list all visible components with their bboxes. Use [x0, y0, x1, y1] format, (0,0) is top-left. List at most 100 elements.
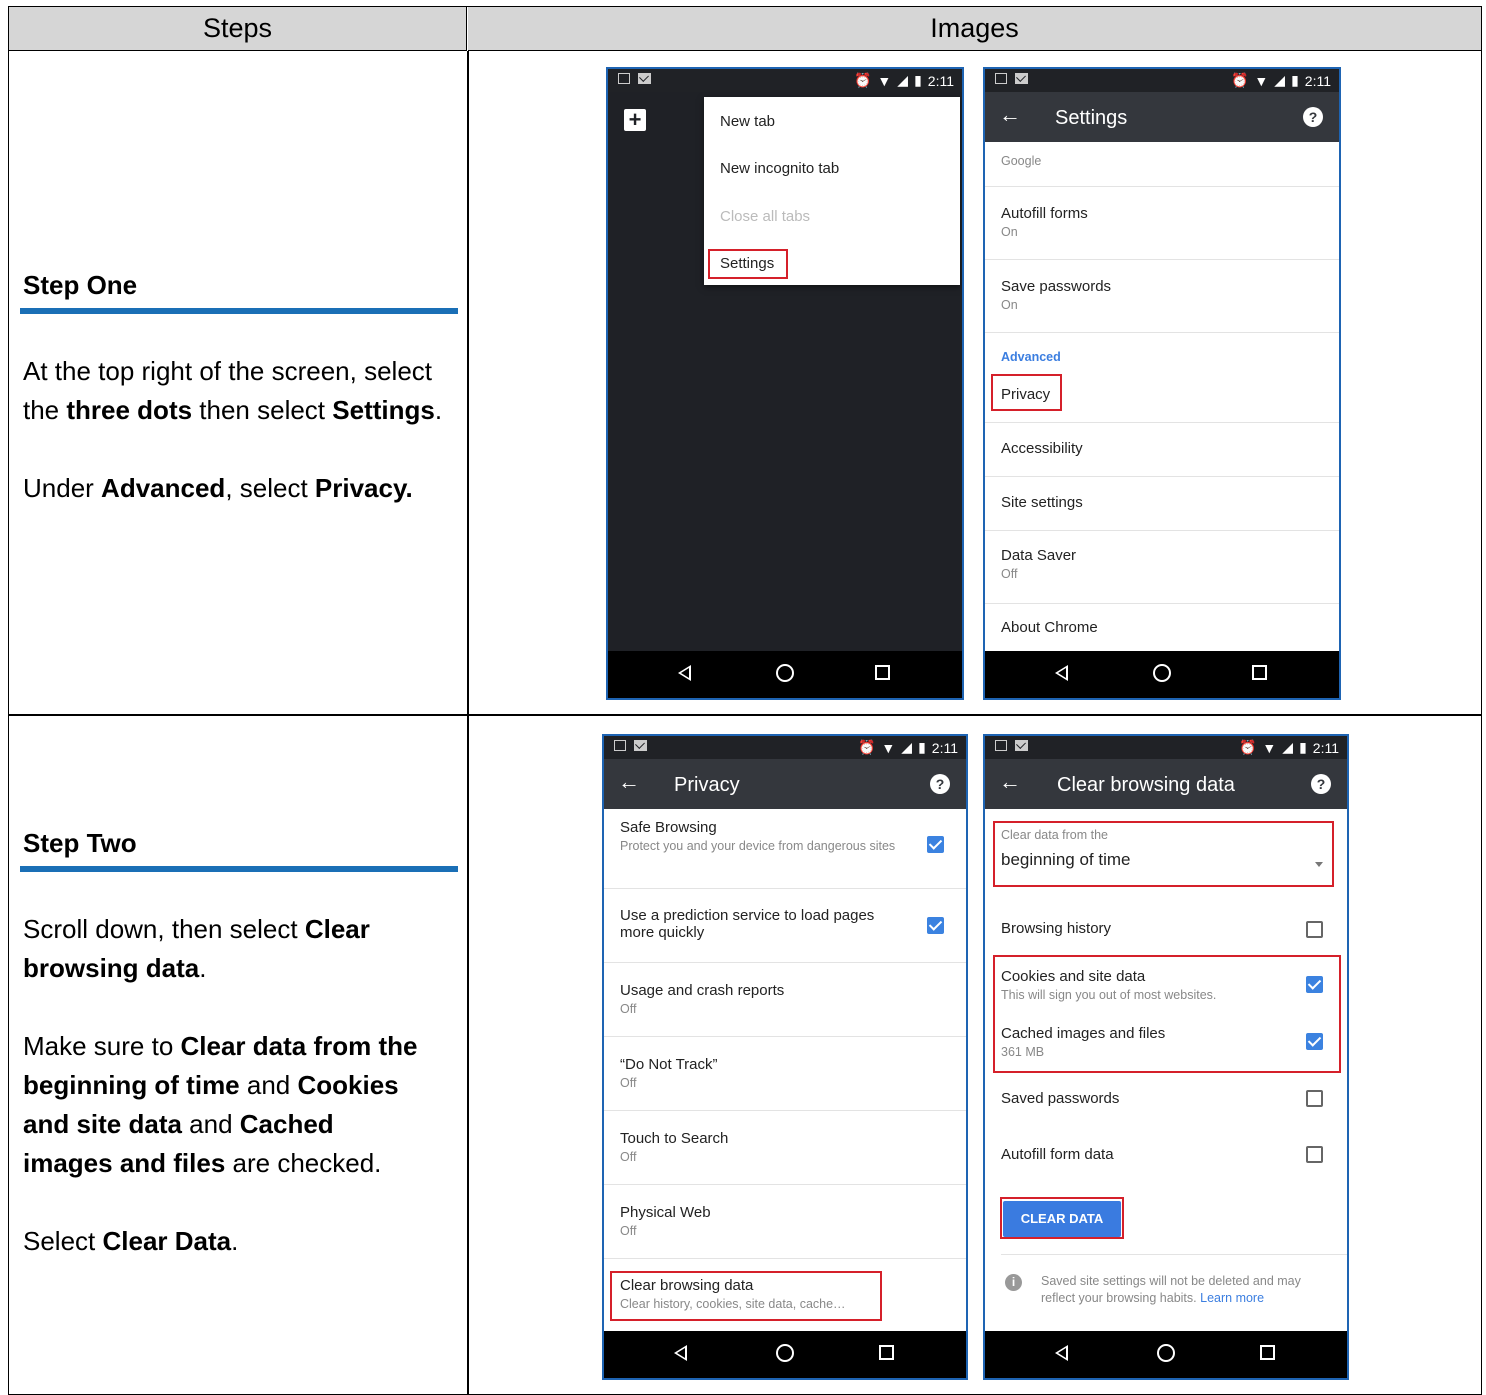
back-arrow-icon[interactable]: ← [999, 102, 1021, 128]
page-title: Settings [1055, 107, 1128, 129]
prediction-checkbox[interactable] [927, 917, 944, 934]
status-time: 2:11 [927, 72, 954, 89]
privacy-row-usage[interactable]: Usage and crash reports Off [604, 963, 966, 1037]
status-time: 2:11 [1304, 72, 1331, 89]
privacy-row-touch-to-search[interactable]: Touch to Search Off [604, 1111, 966, 1185]
settings-row-search-engine[interactable]: Google [985, 142, 1339, 187]
step-one-cell: Step One At the top right of the screen,… [20, 270, 459, 508]
help-icon[interactable]: ? [1303, 107, 1323, 127]
safe-browsing-checkbox[interactable] [927, 836, 944, 853]
info-icon: i [1005, 1274, 1022, 1291]
phone-clear-data-screenshot: ⏰ ▼ ◢ ▮ 2:11 ← Clear browsing data ? Clear d… [983, 734, 1349, 1380]
nav-recents-icon[interactable] [879, 1345, 894, 1360]
menu-item-new-incognito-tab[interactable]: New incognito tab [720, 160, 839, 177]
option-saved-passwords[interactable]: Saved passwords [985, 1078, 1347, 1122]
wifi-icon: ▼ [881, 739, 896, 756]
help-icon[interactable]: ? [1311, 774, 1331, 794]
wifi-icon: ▼ [1262, 739, 1277, 756]
nav-recents-icon[interactable] [1252, 665, 1267, 680]
nav-back-icon[interactable] [674, 1345, 687, 1361]
highlight-clear-data-button [1000, 1197, 1124, 1239]
row-title: Autofill form data [1001, 1146, 1114, 1163]
section-header-advanced: Advanced [1001, 350, 1061, 364]
row-title: Accessibility [1001, 440, 1083, 457]
gmail-notification-icon [634, 740, 647, 751]
privacy-row-physical-web[interactable]: Physical Web Off [604, 1185, 966, 1259]
row-subtitle: Off [620, 1076, 637, 1090]
divider [1001, 1254, 1347, 1255]
row-subtitle: Off [1001, 567, 1018, 581]
header-steps: Steps [9, 7, 467, 51]
alarm-icon: ⏰ [857, 739, 876, 755]
battery-icon: ▮ [1291, 72, 1299, 88]
status-bar: ⏰ ▼ ◢ ▮ 2:11 [985, 69, 1339, 92]
android-nav-bar [985, 651, 1339, 698]
nav-home-icon[interactable] [1153, 664, 1171, 682]
row-divider [9, 714, 1481, 716]
settings-app-bar: ← Settings ? [985, 92, 1339, 142]
back-arrow-icon[interactable]: ← [618, 769, 640, 795]
privacy-row-do-not-track[interactable]: “Do Not Track” Off [604, 1037, 966, 1111]
alarm-icon: ⏰ [853, 72, 872, 88]
menu-item-close-all-tabs: Close all tabs [720, 208, 811, 225]
row-title: Use a prediction service to load pages m… [620, 907, 875, 941]
gmail-notification-icon [1015, 73, 1028, 84]
nav-back-icon[interactable] [678, 665, 691, 681]
battery-icon: ▮ [914, 72, 922, 88]
row-subtitle: Off [620, 1002, 637, 1016]
row-title: Safe Browsing [620, 819, 717, 836]
row-subtitle: On [1001, 225, 1018, 239]
menu-item-new-tab[interactable]: New tab [720, 113, 775, 130]
settings-row-data-saver[interactable]: Data Saver Off [985, 531, 1339, 604]
image-notification-icon [614, 740, 626, 751]
option-autofill-data[interactable]: Autofill form data [985, 1134, 1347, 1178]
signal-icon: ◢ [1282, 739, 1294, 755]
settings-row-about[interactable]: About Chrome [985, 604, 1339, 654]
nav-home-icon[interactable] [776, 664, 794, 682]
row-title: “Do Not Track” [620, 1056, 718, 1073]
help-icon[interactable]: ? [930, 774, 950, 794]
row-subtitle: Off [620, 1150, 637, 1164]
nav-recents-icon[interactable] [875, 665, 890, 680]
clear-data-app-bar: ← Clear browsing data ? [985, 759, 1347, 809]
overflow-menu: New tab New incognito tab Close all tabs… [704, 97, 960, 285]
phone-menu-screenshot: ⏰ ▼ ◢ ▮ 2:11 + New tab New incognito tab Clo… [606, 67, 964, 700]
phone-privacy-screenshot: ⏰ ▼ ◢ ▮ 2:11 ← Privacy ? Safe Browsing Prote… [602, 734, 968, 1380]
row-title: Data Saver [1001, 547, 1077, 564]
privacy-row-safe-browsing[interactable]: Safe Browsing Protect you and your devic… [604, 809, 966, 889]
row-subtitle: On [1001, 298, 1018, 312]
search-engine-value: Google [1001, 154, 1042, 168]
highlight-time-range [993, 821, 1334, 887]
step-one-paragraph-1: At the top right of the screen, select t… [23, 356, 443, 425]
image-notification-icon [618, 73, 630, 84]
nav-back-icon[interactable] [1055, 665, 1068, 681]
option-browsing-history[interactable]: Browsing history [985, 908, 1347, 952]
saved-passwords-checkbox[interactable] [1306, 1090, 1323, 1107]
settings-row-site-settings[interactable]: Site settings [985, 477, 1339, 531]
settings-row-autofill[interactable]: Autofill forms On [985, 187, 1339, 260]
nav-recents-icon[interactable] [1260, 1345, 1275, 1360]
highlight-settings [708, 249, 788, 279]
step-one-title: Step One [23, 270, 138, 300]
nav-home-icon[interactable] [1157, 1344, 1175, 1362]
browsing-history-checkbox[interactable] [1306, 921, 1323, 938]
back-arrow-icon[interactable]: ← [999, 769, 1021, 795]
nav-home-icon[interactable] [776, 1344, 794, 1362]
settings-row-passwords[interactable]: Save passwords On [985, 260, 1339, 333]
new-tab-plus-icon[interactable]: + [624, 109, 646, 131]
row-title: Usage and crash reports [620, 982, 785, 999]
alarm-icon: ⏰ [1230, 72, 1249, 88]
step-two-paragraph-3: Select Clear Data. [23, 1226, 239, 1256]
highlight-cookies-and-cache [993, 955, 1341, 1073]
privacy-row-prediction[interactable]: Use a prediction service to load pages m… [604, 889, 966, 963]
signal-icon: ◢ [897, 72, 909, 88]
learn-more-link[interactable]: Learn more [1200, 1291, 1264, 1305]
status-bar: ⏰ ▼ ◢ ▮ 2:11 [604, 736, 966, 759]
autofill-data-checkbox[interactable] [1306, 1146, 1323, 1163]
step-two-paragraph-2: Make sure to Clear data from the beginni… [23, 1031, 418, 1178]
nav-back-icon[interactable] [1055, 1345, 1068, 1361]
image-notification-icon [995, 73, 1007, 84]
settings-row-accessibility[interactable]: Accessibility [985, 423, 1339, 477]
battery-icon: ▮ [1299, 739, 1307, 755]
alarm-icon: ⏰ [1238, 739, 1257, 755]
